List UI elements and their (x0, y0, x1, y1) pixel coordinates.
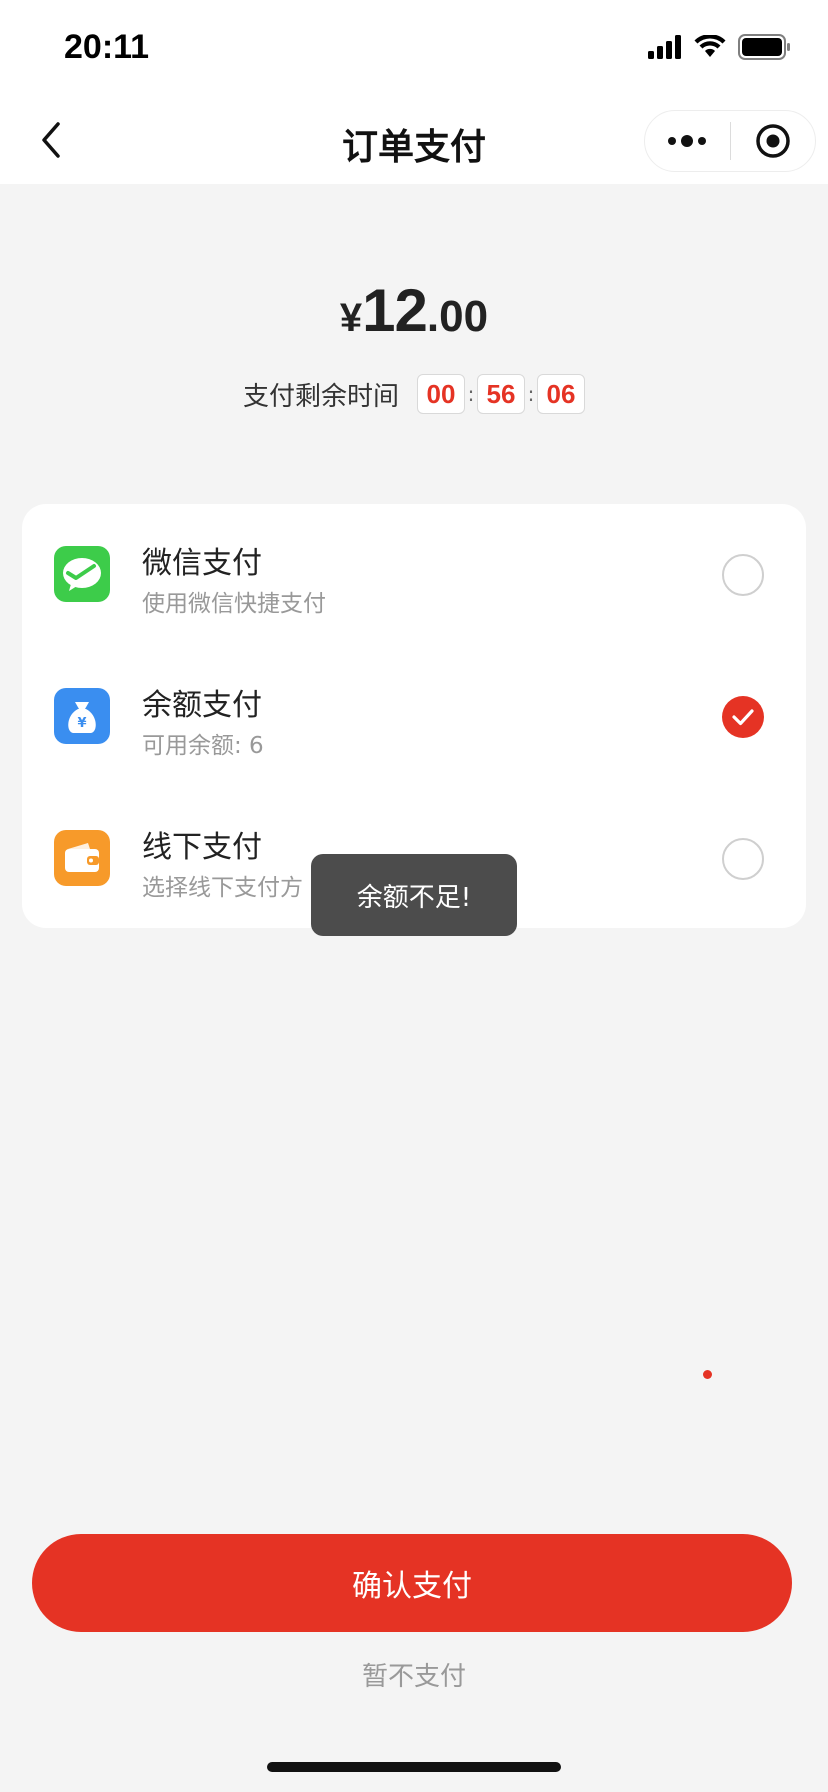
balance-moneybag-icon: ¥ (54, 688, 110, 744)
countdown-separator: : (527, 382, 535, 406)
more-button[interactable] (645, 110, 730, 172)
payment-method-wechat[interactable]: 微信支付 使用微信快捷支付 (22, 504, 806, 646)
payment-method-title: 余额支付 (142, 688, 262, 723)
wechat-pay-icon (54, 546, 110, 602)
target-close-icon (756, 124, 790, 158)
navigation-bar: 订单支付 (0, 96, 828, 184)
countdown-hours: 00 (417, 374, 465, 414)
radio-checked[interactable] (722, 696, 764, 738)
status-icons (648, 34, 792, 60)
currency-symbol: ¥ (339, 296, 363, 340)
battery-icon (738, 34, 790, 60)
countdown-minutes: 56 (477, 374, 525, 414)
red-dot (703, 1370, 712, 1379)
payment-method-title: 线下支付 (142, 830, 262, 865)
status-bar: 20:11 (0, 0, 828, 96)
close-miniprogram-button[interactable] (731, 110, 816, 172)
radio-unchecked[interactable] (722, 838, 764, 880)
countdown-label: 支付剩余时间 (242, 381, 399, 412)
miniprogram-capsule (644, 110, 816, 172)
more-dots-icon (668, 135, 707, 147)
payment-method-subtitle: 选择线下支付方 (142, 875, 303, 901)
countdown-seconds: 06 (537, 374, 585, 414)
svg-text:¥: ¥ (77, 716, 86, 731)
amount-decimal: .00 (426, 292, 489, 341)
radio-unchecked[interactable] (722, 554, 764, 596)
checkmark-icon (732, 709, 754, 726)
payment-method-subtitle: 使用微信快捷支付 (142, 591, 326, 617)
wifi-icon (694, 35, 726, 57)
amount-integer: 12 (362, 277, 428, 344)
payment-amount: ¥12.00 (0, 276, 828, 345)
payment-countdown: 支付剩余时间 00 : 56 : 06 (0, 374, 828, 414)
order-payment-page: 20:11 订单支付 ¥12.00 支付剩余时间 00: 56: 06 微信… (0, 0, 828, 1792)
wallet-icon (54, 830, 110, 886)
cellular-signal-icon (648, 35, 681, 59)
status-time: 20:11 (64, 28, 150, 66)
payment-method-subtitle: 可用余额: 6 (142, 733, 264, 759)
countdown-separator: : (467, 382, 475, 406)
home-indicator (267, 1762, 561, 1772)
insufficient-balance-toast: 余额不足! (311, 854, 517, 936)
confirm-payment-button[interactable]: 确认支付 (32, 1534, 792, 1632)
skip-payment-link[interactable]: 暂不支付 (0, 1656, 828, 1693)
payment-method-balance[interactable]: ¥ 余额支付 可用余额: 6 (22, 646, 806, 788)
payment-method-title: 微信支付 (142, 546, 262, 581)
